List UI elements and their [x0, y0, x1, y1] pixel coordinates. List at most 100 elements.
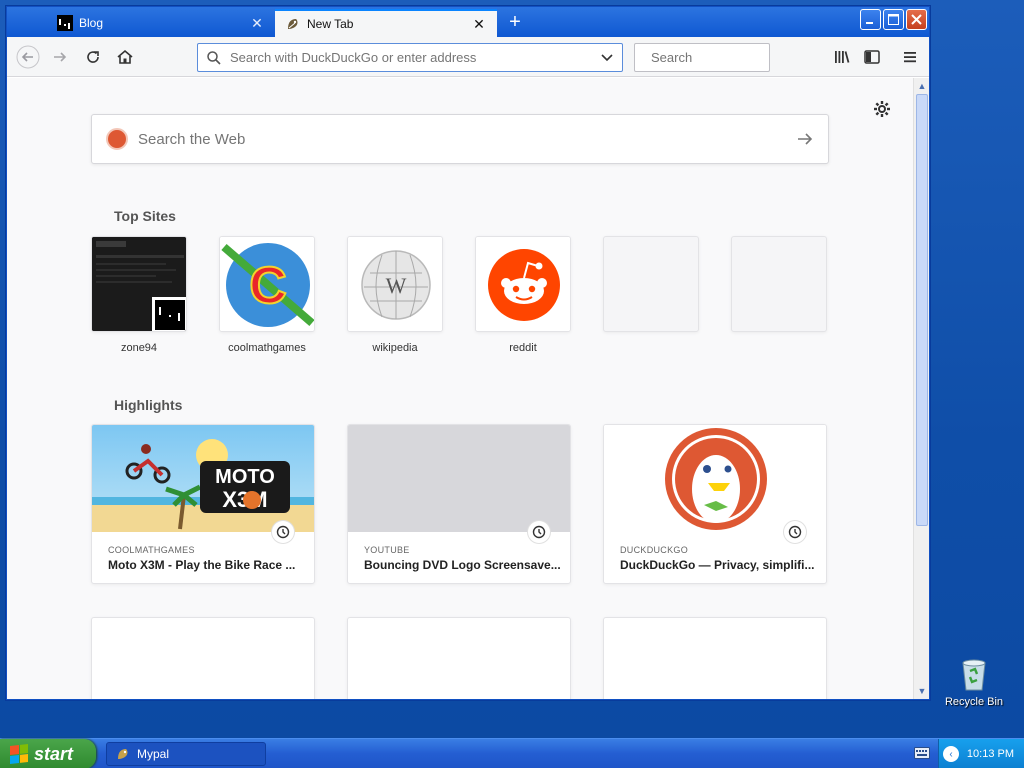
hamburger-menu-icon	[904, 52, 916, 63]
vertical-scrollbar[interactable]: ▲ ▼	[913, 78, 929, 699]
top-site-label: zone94	[120, 342, 158, 354]
empty-thumbnail	[731, 236, 827, 332]
empty-highlight-card	[91, 617, 315, 699]
highlight-title: Bouncing DVD Logo Screensave...	[364, 558, 561, 572]
top-site-tile[interactable]: W wikipedia	[347, 236, 443, 354]
tab-blog[interactable]: Blog ✕	[47, 9, 275, 37]
close-button[interactable]	[906, 9, 927, 30]
top-site-label: wikipedia	[372, 342, 418, 354]
sidebar-toggle-button[interactable]	[859, 44, 885, 70]
clock-icon	[528, 521, 550, 543]
minimize-button[interactable]	[860, 9, 881, 30]
web-search-box[interactable]	[91, 114, 829, 164]
duckduckgo-logo-icon	[106, 128, 128, 150]
home-button[interactable]	[112, 44, 138, 70]
keyboard-icon[interactable]	[914, 747, 930, 759]
reload-button[interactable]	[80, 44, 106, 70]
highlight-card[interactable]: YOUTUBE Bouncing DVD Logo Screensave...	[347, 424, 571, 584]
address-bar[interactable]	[197, 43, 623, 72]
sidebar-icon	[864, 50, 880, 64]
scroll-up-icon[interactable]: ▲	[914, 78, 930, 94]
moto-x3m-thumbnail: MOTO X3M	[92, 425, 314, 532]
top-site-tile[interactable]: zone94	[91, 236, 187, 354]
highlight-source: DUCKDUCKGO	[620, 545, 689, 555]
reload-icon	[87, 51, 99, 63]
clock-icon	[784, 521, 806, 543]
forward-button[interactable]	[47, 44, 73, 70]
recycle-bin-icon	[958, 656, 990, 692]
top-sites-heading: Top Sites	[114, 208, 176, 224]
reddit-thumbnail	[475, 236, 571, 332]
browser-window: Blog ✕ New Tab ✕ + Search with DuckDuckG…	[6, 6, 930, 700]
top-sites-grid: zone94 C coolmathgames W wikipedia reddi…	[91, 236, 827, 354]
tab-close-icon[interactable]: ✕	[249, 15, 265, 32]
start-button[interactable]: start	[0, 739, 96, 768]
duckduckgo-thumbnail	[604, 425, 826, 532]
web-search-input[interactable]	[138, 130, 796, 148]
taskbar: start Mypal ‹ 10:13 PM	[0, 738, 1024, 768]
highlight-card[interactable]: DUCKDUCKGO DuckDuckGo — Privacy, simplif…	[603, 424, 827, 584]
top-site-tile[interactable]: reddit	[475, 236, 571, 354]
tab-new-tab[interactable]: New Tab ✕	[275, 9, 497, 37]
tab-close-icon[interactable]: ✕	[471, 16, 487, 33]
youtube-thumbnail-placeholder	[348, 425, 570, 532]
search-icon	[207, 50, 221, 65]
empty-top-site-tile[interactable]	[731, 236, 827, 354]
highlights-empty-row	[91, 617, 827, 699]
system-tray: ‹ 10:13 PM	[938, 739, 1024, 768]
scroll-down-icon[interactable]: ▼	[914, 683, 930, 699]
zone94-thumbnail	[91, 236, 187, 332]
highlight-card[interactable]: MOTO X3M COOLMATHGAMES Moto X3M - Play t…	[91, 424, 315, 584]
new-tab-plus-icon[interactable]: +	[503, 11, 527, 35]
tab-bar: Blog ✕ New Tab ✕ +	[7, 7, 929, 37]
scroll-thumb[interactable]	[916, 94, 928, 526]
library-button[interactable]	[829, 44, 855, 70]
forward-arrow-icon	[54, 52, 67, 62]
back-arrow-icon	[16, 45, 40, 69]
chevron-down-icon[interactable]	[600, 51, 614, 65]
recycle-bin-label: Recycle Bin	[944, 696, 1004, 708]
windows-flag-icon	[10, 744, 28, 764]
empty-thumbnail	[603, 236, 699, 332]
tab-title: Blog	[79, 16, 104, 30]
empty-top-site-tile[interactable]	[603, 236, 699, 354]
clock-icon	[272, 521, 294, 543]
highlight-title: DuckDuckGo — Privacy, simplifi...	[620, 558, 815, 572]
highlight-source: COOLMATHGAMES	[108, 545, 195, 555]
highlight-source: YOUTUBE	[364, 545, 410, 555]
highlight-title: Moto X3M - Play the Bike Race ...	[108, 558, 296, 572]
mypal-favicon-icon	[285, 16, 301, 32]
empty-highlight-card	[603, 617, 827, 699]
new-tab-page: Top Sites	[7, 78, 913, 699]
address-input[interactable]	[230, 50, 600, 65]
top-site-label: coolmathgames	[228, 342, 306, 354]
top-site-label: reddit	[509, 342, 537, 354]
highlights-heading: Highlights	[114, 397, 183, 413]
navigation-toolbar	[7, 37, 929, 77]
taskbar-clock[interactable]: 10:13 PM	[967, 748, 1014, 760]
wikipedia-thumbnail: W	[347, 236, 443, 332]
library-icon	[835, 51, 850, 63]
highlights-grid: MOTO X3M COOLMATHGAMES Moto X3M - Play t…	[91, 424, 827, 584]
svg-text:MOTO: MOTO	[215, 466, 275, 488]
back-button[interactable]	[15, 44, 41, 70]
svg-text:W: W	[386, 273, 407, 298]
arrow-right-icon[interactable]	[796, 130, 814, 148]
maximize-button[interactable]	[883, 9, 904, 30]
search-input[interactable]	[651, 50, 827, 65]
settings-gear-icon[interactable]	[873, 100, 891, 118]
tray-expand-icon[interactable]: ‹	[943, 746, 959, 762]
mypal-app-icon	[118, 749, 128, 759]
coolmathgames-thumbnail: C	[219, 236, 315, 332]
menu-button[interactable]	[897, 44, 923, 70]
svg-text:C: C	[249, 257, 287, 315]
taskbar-item-label: Mypal	[137, 747, 170, 761]
top-site-tile[interactable]: C coolmathgames	[219, 236, 315, 354]
recycle-bin[interactable]: Recycle Bin	[942, 652, 1006, 708]
taskbar-item-mypal[interactable]: Mypal	[106, 742, 266, 766]
empty-highlight-card	[347, 617, 571, 699]
start-label: start	[34, 743, 74, 764]
window-controls	[860, 9, 927, 30]
blog-favicon-icon	[57, 15, 73, 31]
search-bar[interactable]	[634, 43, 827, 72]
